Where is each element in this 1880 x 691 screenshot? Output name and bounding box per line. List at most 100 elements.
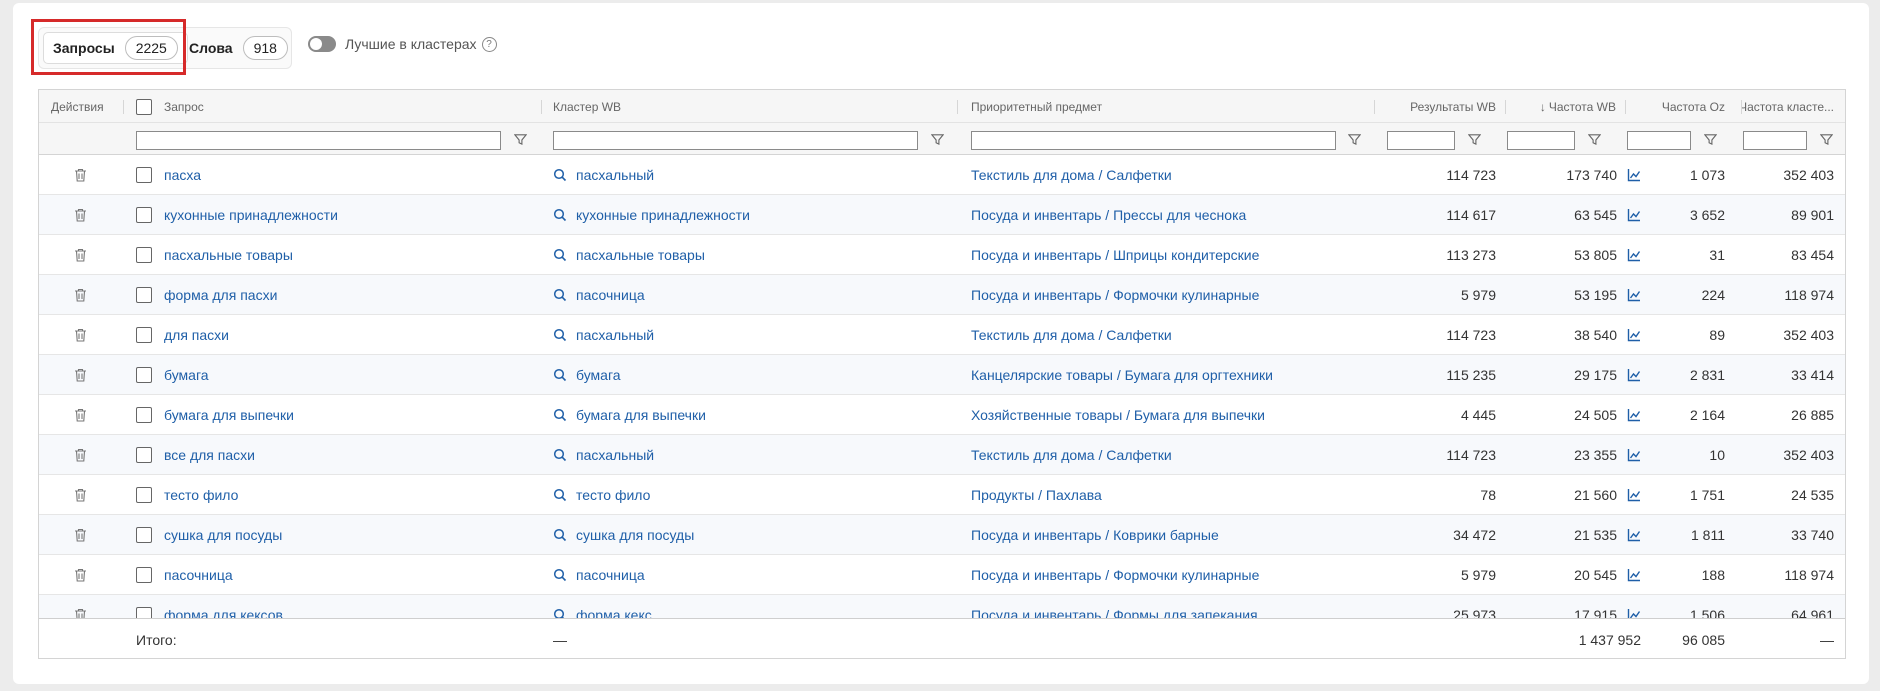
row-checkbox[interactable] [136,327,152,343]
cluster-link[interactable]: тесто фило [576,487,650,503]
trash-icon[interactable] [74,448,87,462]
cluster-filter-input[interactable] [553,131,918,150]
trash-icon[interactable] [74,208,87,222]
row-checkbox[interactable] [136,167,152,183]
row-checkbox[interactable] [136,527,152,543]
query-link[interactable]: сушка для посуды [164,515,282,555]
cluster-link[interactable]: пасхальный [576,327,654,343]
query-link[interactable]: кухонные принадлежности [164,195,338,235]
subject-link[interactable]: Посуда и инвентарь / Формочки кулинарные [971,555,1259,595]
subject-link[interactable]: Посуда и инвентарь / Коврики барные [971,515,1219,555]
trash-icon[interactable] [74,288,87,302]
query-link[interactable]: форма для кексов [164,595,283,618]
query-link[interactable]: для пасхи [164,315,229,355]
subject-link[interactable]: Посуда и инвентарь / Формы для запекания [971,595,1258,618]
filter-icon[interactable] [931,133,944,146]
col-separator[interactable] [1625,100,1626,114]
trash-icon[interactable] [74,488,87,502]
search-icon[interactable] [553,248,567,262]
cluster-link[interactable]: кухонные принадлежности [576,207,750,223]
row-checkbox[interactable] [136,207,152,223]
col-cluster[interactable]: Кластер WB [553,90,621,123]
search-icon[interactable] [553,288,567,302]
search-icon[interactable] [553,528,567,542]
query-link[interactable]: пасха [164,155,201,195]
subject-link[interactable]: Канцелярские товары / Бумага для оргтехн… [971,355,1273,395]
subject-link[interactable]: Текстиль для дома / Салфетки [971,315,1172,355]
freq-cluster-filter-input[interactable] [1743,131,1807,150]
col-results-wb[interactable]: Результаты WB [1385,90,1496,123]
trash-icon[interactable] [74,248,87,262]
row-checkbox[interactable] [136,567,152,583]
tab-words[interactable]: Слова 918 [189,32,288,64]
select-all-checkbox[interactable] [136,98,152,115]
cluster-link[interactable]: бумага [576,367,621,383]
trash-icon[interactable] [74,328,87,342]
subject-link[interactable]: Текстиль для дома / Салфетки [971,155,1172,195]
filter-icon[interactable] [1468,133,1481,146]
search-icon[interactable] [553,488,567,502]
subject-link[interactable]: Хозяйственные товары / Бумага для выпечк… [971,395,1265,435]
search-icon[interactable] [553,328,567,342]
help-icon[interactable]: ? [481,36,497,52]
filter-icon[interactable] [514,133,527,146]
row-checkbox[interactable] [136,247,152,263]
col-freq-cluster[interactable]: Частота класте... [1742,90,1834,123]
query-filter-input[interactable] [136,131,501,150]
col-subject[interactable]: Приоритетный предмет [971,90,1102,123]
subject-link[interactable]: Посуда и инвентарь / Прессы для чеснока [971,195,1246,235]
search-icon[interactable] [553,568,567,582]
filter-icon[interactable] [1704,133,1717,146]
query-link[interactable]: пасхальные товары [164,235,293,275]
col-query[interactable]: Запрос [164,90,204,123]
freq-oz-filter-input[interactable] [1627,131,1691,150]
query-link[interactable]: бумага [164,355,209,395]
trash-icon[interactable] [74,368,87,382]
subject-link[interactable]: Текстиль для дома / Салфетки [971,435,1172,475]
row-checkbox[interactable] [136,607,152,618]
search-icon[interactable] [553,208,567,222]
col-freq-oz[interactable]: Частота Oz [1635,90,1725,123]
col-separator[interactable] [1374,100,1375,114]
trash-icon[interactable] [74,528,87,542]
search-icon[interactable] [553,168,567,182]
filter-icon[interactable] [1820,133,1833,146]
filter-icon[interactable] [1588,133,1601,146]
trash-icon[interactable] [74,568,87,582]
col-separator[interactable] [123,100,124,114]
subject-link[interactable]: Посуда и инвентарь / Шприцы кондитерские [971,235,1259,275]
trash-icon[interactable] [74,168,87,182]
filter-icon[interactable] [1348,133,1361,146]
subject-filter-input[interactable] [971,131,1336,150]
cluster-link[interactable]: пасхальный [576,447,654,463]
col-freq-wb[interactable]: ↓ Частота WB [1525,90,1616,123]
cluster-link[interactable]: пасочница [576,287,645,303]
query-link[interactable]: все для пасхи [164,435,255,475]
best-in-clusters-toggle[interactable] [308,36,336,52]
row-checkbox[interactable] [136,287,152,303]
search-icon[interactable] [553,448,567,462]
cluster-link[interactable]: бумага для выпечки [576,407,706,423]
cluster-link[interactable]: пасхальные товары [576,247,705,263]
search-icon[interactable] [553,608,567,618]
col-separator[interactable] [1505,100,1506,114]
subject-link[interactable]: Продукты / Пахлава [971,475,1102,515]
row-checkbox[interactable] [136,407,152,423]
query-link[interactable]: тесто фило [164,475,238,515]
cluster-link[interactable]: форма кекс [576,607,652,618]
row-checkbox[interactable] [136,447,152,463]
cluster-link[interactable]: пасхальный [576,167,654,183]
freq-wb-filter-input[interactable] [1507,131,1575,150]
trash-icon[interactable] [74,408,87,422]
query-link[interactable]: бумага для выпечки [164,395,294,435]
subject-link[interactable]: Посуда и инвентарь / Формочки кулинарные [971,275,1259,315]
row-checkbox[interactable] [136,487,152,503]
search-icon[interactable] [553,368,567,382]
row-checkbox[interactable] [136,367,152,383]
results-wb-filter-input[interactable] [1387,131,1455,150]
query-link[interactable]: форма для пасхи [164,275,277,315]
col-separator[interactable] [957,100,958,114]
col-separator[interactable] [541,100,542,114]
cluster-link[interactable]: сушка для посуды [576,527,694,543]
trash-icon[interactable] [74,608,87,618]
